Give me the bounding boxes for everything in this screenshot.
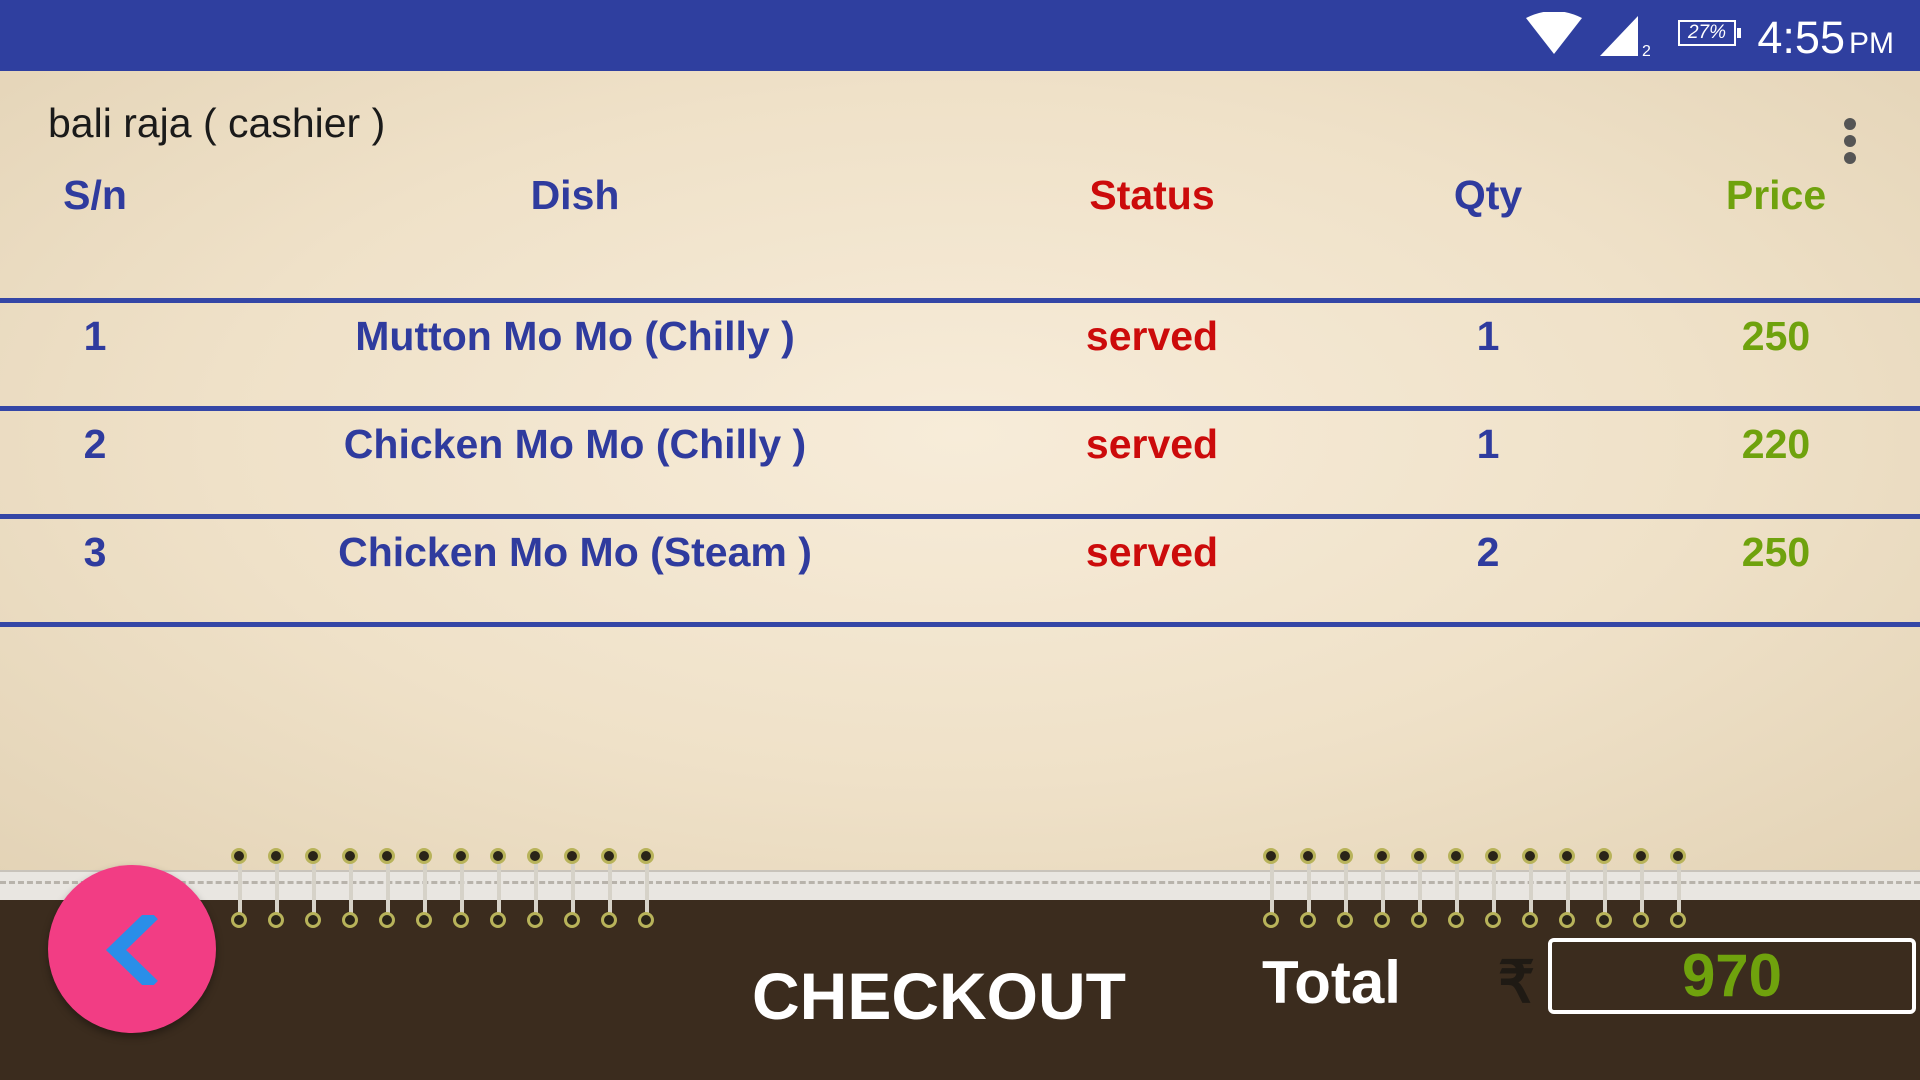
clock-ampm: PM <box>1849 27 1894 60</box>
spiral-ring <box>1482 848 1506 932</box>
clock: 4:55 PM <box>1757 12 1894 64</box>
chevron-left-icon <box>105 915 158 985</box>
spiral-ring <box>635 848 659 932</box>
row-divider <box>0 514 1920 519</box>
spiral-ring <box>598 848 622 932</box>
wifi-icon <box>1526 12 1582 54</box>
back-button[interactable] <box>48 865 216 1033</box>
row-divider <box>0 406 1920 411</box>
order-sheet <box>0 71 1920 880</box>
spiral-ring <box>487 848 511 932</box>
spiral-ring <box>1667 848 1691 932</box>
row-status: served <box>1085 421 1219 467</box>
row-price: 250 <box>1741 529 1811 575</box>
user-label: bali raja ( cashier ) <box>48 100 386 146</box>
total-label: Total <box>1262 949 1401 1016</box>
spiral-ring <box>413 848 437 932</box>
svg-text:2: 2 <box>1642 43 1650 58</box>
spiral-ring <box>339 848 363 932</box>
spiral-ring <box>1371 848 1395 932</box>
row-status: served <box>1085 529 1219 575</box>
row-divider <box>0 622 1920 627</box>
spiral-ring <box>1630 848 1654 932</box>
more-vert-icon[interactable] <box>1840 118 1860 170</box>
row-qty: 1 <box>1476 421 1500 467</box>
spiral-ring <box>524 848 548 932</box>
row-divider <box>0 298 1920 303</box>
column-header-dish: Dish <box>530 172 620 218</box>
signal-icon: 2 <box>1600 16 1650 58</box>
spiral-ring <box>1519 848 1543 932</box>
row-sn: 1 <box>83 313 107 359</box>
spiral-ring <box>1556 848 1580 932</box>
spiral-ring <box>265 848 289 932</box>
row-price: 220 <box>1741 421 1811 467</box>
spiral-ring <box>228 848 252 932</box>
row-sn: 2 <box>83 421 107 467</box>
column-header-qty: Qty <box>1453 172 1523 218</box>
spiral-ring <box>1297 848 1321 932</box>
row-qty: 1 <box>1476 313 1500 359</box>
column-header-price: Price <box>1725 172 1827 218</box>
column-header-sn: S/n <box>63 172 127 218</box>
spiral-ring <box>561 848 585 932</box>
checkout-button[interactable]: CHECKOUT <box>752 958 1126 1034</box>
spiral-ring <box>376 848 400 932</box>
clock-time: 4:55 <box>1757 12 1845 63</box>
spiral-ring <box>302 848 326 932</box>
spiral-ring <box>1334 848 1358 932</box>
row-price: 250 <box>1741 313 1811 359</box>
row-dish: Mutton Mo Mo (Chilly ) <box>355 313 795 359</box>
row-dish: Chicken Mo Mo (Steam ) <box>338 529 812 575</box>
row-qty: 2 <box>1476 529 1500 575</box>
column-header-status: Status <box>1089 172 1215 218</box>
spiral-ring <box>1260 848 1284 932</box>
row-sn: 3 <box>83 529 107 575</box>
spiral-ring <box>1445 848 1469 932</box>
status-bar: 2 27% 4:55 PM <box>0 0 1920 71</box>
battery-indicator: 27% <box>1678 20 1741 46</box>
spiral-ring <box>1593 848 1617 932</box>
row-status: served <box>1085 313 1219 359</box>
total-amount-box: 970 <box>1548 938 1916 1014</box>
rupee-icon: ₹ <box>1498 950 1535 1015</box>
spiral-ring <box>450 848 474 932</box>
total-amount: 970 <box>1681 942 1783 1009</box>
row-dish: Chicken Mo Mo (Chilly ) <box>343 421 807 467</box>
spiral-ring <box>1408 848 1432 932</box>
